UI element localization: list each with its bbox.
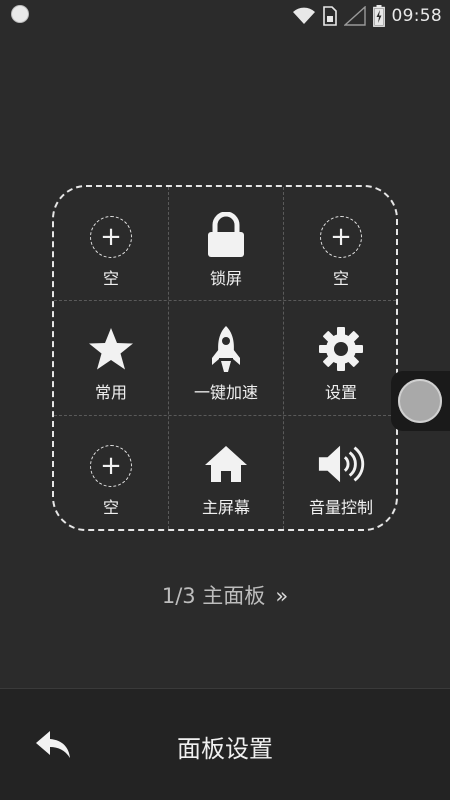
star-icon [87,325,135,373]
bottom-bar: 面板设置 [0,688,450,800]
panel-slot-label: 音量控制 [308,498,373,517]
page-indicator-text: 1/3 主面板 [161,584,266,608]
panel-slot-label: 设置 [324,383,357,402]
panel-slot-favorites[interactable]: 常用 [54,301,168,415]
panel-slot-empty-2[interactable]: + 空 [284,187,398,301]
add-icon: + [317,211,365,259]
add-icon: + [87,211,135,259]
wifi-icon [292,7,315,24]
panel-slot-lock-screen[interactable]: 锁屏 [169,187,283,301]
panel-slot-label: 主屏幕 [201,498,250,517]
gear-icon [317,325,365,373]
panel-slot-label: 空 [102,269,119,288]
panel-slot-label: 空 [102,498,119,517]
panel-slot-label: 一键加速 [193,383,258,402]
notification-dot-icon [12,6,28,22]
signal-icon [343,6,366,26]
home-icon [202,440,250,488]
rocket-icon [202,325,250,373]
status-time: 09:58 [391,6,442,26]
battery-charging-icon [372,5,385,27]
assistive-panel: + 空 锁屏 + 空 常用 一键加速 设置 + 空 主屏幕 音量控制 [52,185,398,531]
panel-slot-home-screen[interactable]: 主屏幕 [169,416,283,530]
floating-assistive-button[interactable] [391,371,450,431]
status-bar: 09:58 [0,0,450,32]
page-title: 面板设置 [177,735,273,763]
assistive-knob-icon [398,379,442,423]
panel-slot-empty-1[interactable]: + 空 [54,187,168,301]
volume-icon [317,440,365,488]
panel-slot-empty-3[interactable]: + 空 [54,416,168,530]
panel-slot-label: 空 [332,269,349,288]
lock-icon [202,211,250,259]
panel-page-indicator[interactable]: 1/3 主面板 » [0,580,450,610]
next-page-icon[interactable]: » [275,584,288,608]
status-icons: 09:58 [292,4,443,28]
panel-slot-volume-control[interactable]: 音量控制 [284,416,398,530]
panel-slot-settings[interactable]: 设置 [284,301,398,415]
sim-card-icon [322,6,337,26]
panel-slot-label: 锁屏 [209,269,242,288]
add-icon: + [87,440,135,488]
screen: 09:58 + 空 锁屏 + 空 常用 一键加速 设置 + 空 主屏幕 音量控制… [0,0,450,800]
panel-slot-speed-boost[interactable]: 一键加速 [169,301,283,415]
panel-slot-label: 常用 [94,383,127,402]
